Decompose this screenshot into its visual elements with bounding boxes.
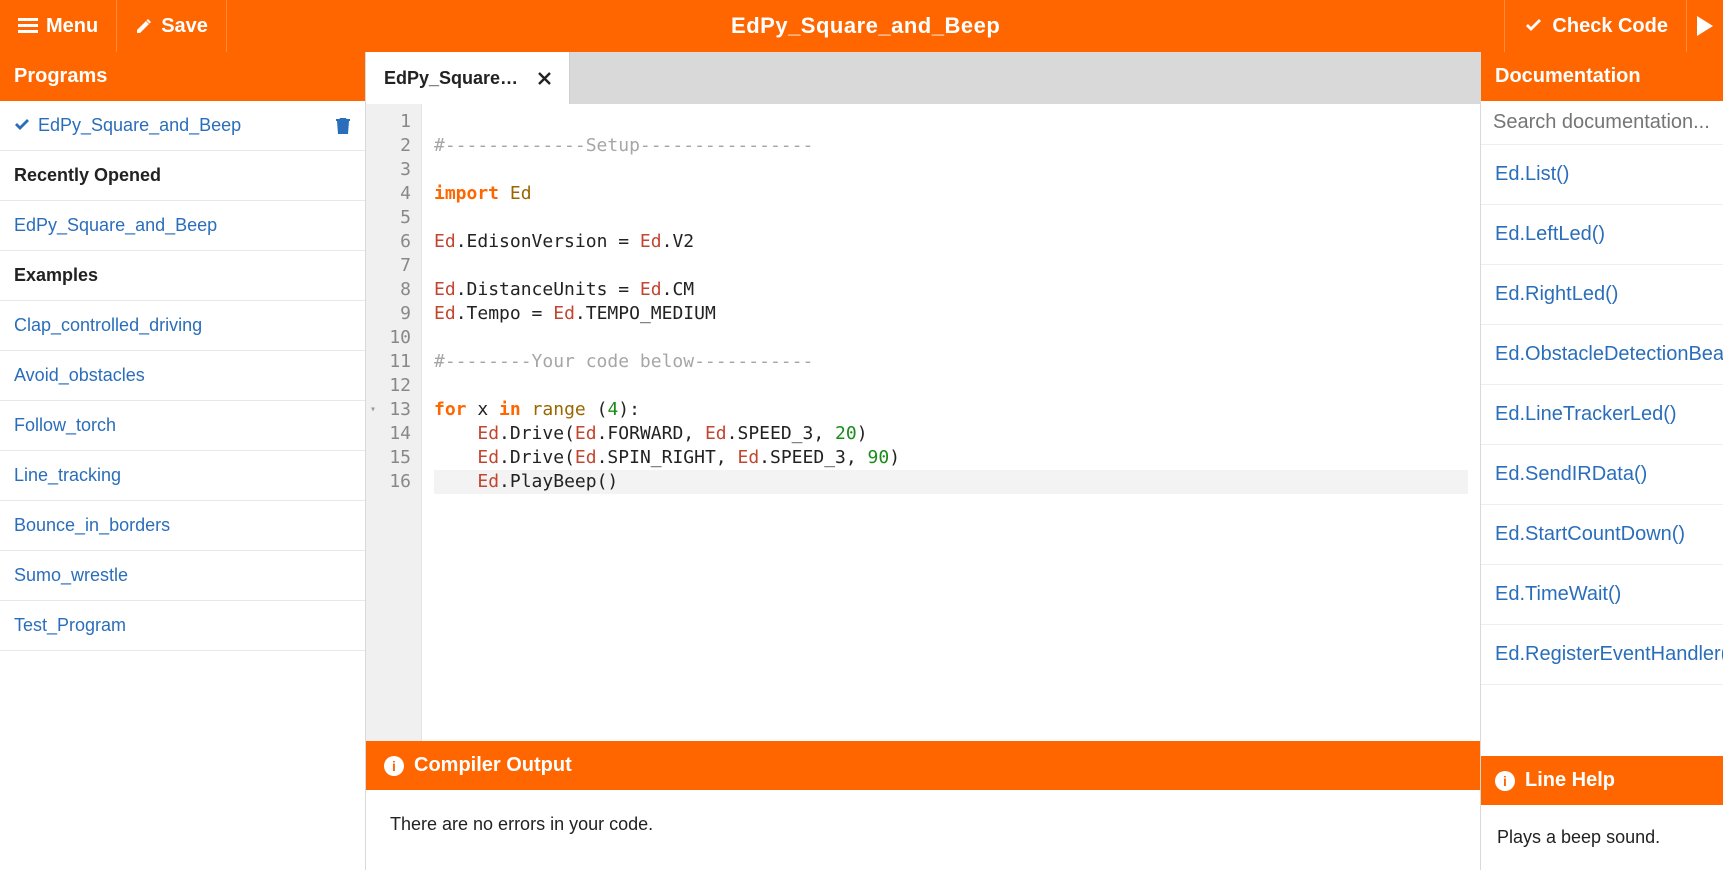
code-line[interactable]: Ed.Drive(Ed.FORWARD, Ed.SPEED_3, 20) bbox=[434, 422, 1468, 446]
tab-label: EdPy_Square… bbox=[384, 68, 518, 89]
code-editor[interactable]: 12345678910111213141516 #-------------Se… bbox=[366, 104, 1480, 741]
code-line[interactable]: Ed.Drive(Ed.SPIN_RIGHT, Ed.SPEED_3, 90) bbox=[434, 446, 1468, 470]
code-line[interactable] bbox=[434, 326, 1468, 350]
example-item[interactable]: Avoid_obstacles bbox=[0, 351, 365, 401]
check-code-label: Check Code bbox=[1552, 15, 1668, 38]
compiler-output-header[interactable]: i Compiler Output bbox=[366, 741, 1480, 790]
doc-item[interactable]: Ed.TimeWait() bbox=[1481, 565, 1723, 625]
code-line[interactable]: Ed.Tempo = Ed.TEMPO_MEDIUM bbox=[434, 302, 1468, 326]
code-line[interactable]: for x in range (4): bbox=[434, 398, 1468, 422]
line-help-label: Line Help bbox=[1525, 769, 1615, 792]
code-line[interactable]: #-------------Setup---------------- bbox=[434, 134, 1468, 158]
code-line[interactable]: Ed.PlayBeep() bbox=[434, 470, 1468, 494]
doc-item[interactable]: Ed.LeftLed() bbox=[1481, 205, 1723, 265]
line-help-header[interactable]: i Line Help bbox=[1481, 756, 1723, 805]
tab-bar: EdPy_Square… bbox=[366, 52, 1480, 104]
info-icon: i bbox=[384, 756, 404, 776]
menu-label: Menu bbox=[46, 15, 98, 38]
documentation-header: Documentation bbox=[1481, 52, 1723, 101]
example-item[interactable]: Bounce_in_borders bbox=[0, 501, 365, 551]
code-line[interactable] bbox=[434, 110, 1468, 134]
doc-item[interactable]: Ed.SendIRData() bbox=[1481, 445, 1723, 505]
doc-item[interactable]: Ed.LineTrackerLed() bbox=[1481, 385, 1723, 445]
code-area[interactable]: #-------------Setup---------------- impor… bbox=[422, 104, 1480, 741]
programs-header: Programs bbox=[0, 52, 365, 101]
check-code-button[interactable]: Check Code bbox=[1505, 0, 1686, 52]
hamburger-icon bbox=[18, 18, 38, 34]
doc-item[interactable]: Ed.ObstacleDetectionBeam() bbox=[1481, 325, 1723, 385]
play-icon bbox=[1697, 16, 1713, 36]
recent-header: Recently Opened bbox=[0, 151, 365, 201]
doc-list: Ed.List()Ed.LeftLed()Ed.RightLed()Ed.Obs… bbox=[1481, 145, 1723, 756]
active-program-name: EdPy_Square_and_Beep bbox=[38, 115, 241, 136]
delete-program-button[interactable] bbox=[335, 117, 351, 135]
examples-header: Examples bbox=[0, 251, 365, 301]
save-label: Save bbox=[161, 15, 208, 38]
code-line[interactable]: Ed.EdisonVersion = Ed.V2 bbox=[434, 230, 1468, 254]
example-item[interactable]: Test_Program bbox=[0, 601, 365, 651]
top-toolbar: Menu Save EdPy_Square_and_Beep Check Cod… bbox=[0, 0, 1723, 52]
save-button[interactable]: Save bbox=[117, 0, 227, 52]
editor-tab[interactable]: EdPy_Square… bbox=[366, 52, 570, 104]
info-icon: i bbox=[1495, 771, 1515, 791]
run-button[interactable] bbox=[1686, 0, 1723, 52]
example-item[interactable]: Sumo_wrestle bbox=[0, 551, 365, 601]
code-line[interactable]: Ed.DistanceUnits = Ed.CM bbox=[434, 278, 1468, 302]
check-icon bbox=[1524, 18, 1544, 34]
documentation-panel: Documentation Ed.List()Ed.LeftLed()Ed.Ri… bbox=[1480, 52, 1723, 870]
doc-item[interactable]: Ed.RegisterEventHandler() bbox=[1481, 625, 1723, 685]
compiler-output-label: Compiler Output bbox=[414, 754, 572, 777]
code-line[interactable] bbox=[434, 254, 1468, 278]
line-help-body: Plays a beep sound. bbox=[1481, 805, 1723, 870]
doc-search-input[interactable] bbox=[1493, 111, 1711, 134]
doc-search-wrap bbox=[1481, 101, 1723, 145]
doc-item[interactable]: Ed.List() bbox=[1481, 145, 1723, 205]
active-program-row[interactable]: EdPy_Square_and_Beep bbox=[0, 101, 365, 151]
code-line[interactable]: import Ed bbox=[434, 182, 1468, 206]
trash-icon bbox=[335, 117, 351, 135]
example-item[interactable]: Line_tracking bbox=[0, 451, 365, 501]
check-icon bbox=[14, 119, 30, 133]
code-line[interactable] bbox=[434, 374, 1468, 398]
compiler-output-body: There are no errors in your code. bbox=[366, 790, 1480, 870]
recent-item[interactable]: EdPy_Square_and_Beep bbox=[0, 201, 365, 251]
menu-button[interactable]: Menu bbox=[0, 0, 117, 52]
code-line[interactable] bbox=[434, 206, 1468, 230]
example-item[interactable]: Follow_torch bbox=[0, 401, 365, 451]
code-line[interactable]: #--------Your code below----------- bbox=[434, 350, 1468, 374]
line-gutter: 12345678910111213141516 bbox=[366, 104, 422, 741]
close-icon bbox=[538, 72, 551, 85]
pencil-icon bbox=[135, 17, 153, 35]
doc-item[interactable]: Ed.StartCountDown() bbox=[1481, 505, 1723, 565]
tab-close-button[interactable] bbox=[538, 72, 551, 85]
code-line[interactable] bbox=[434, 158, 1468, 182]
editor-panel: EdPy_Square… 12345678910111213141516 #--… bbox=[366, 52, 1480, 870]
doc-item[interactable]: Ed.RightLed() bbox=[1481, 265, 1723, 325]
example-item[interactable]: Clap_controlled_driving bbox=[0, 301, 365, 351]
page-title: EdPy_Square_and_Beep bbox=[227, 0, 1504, 52]
programs-panel: Programs EdPy_Square_and_Beep Recently O… bbox=[0, 52, 366, 870]
